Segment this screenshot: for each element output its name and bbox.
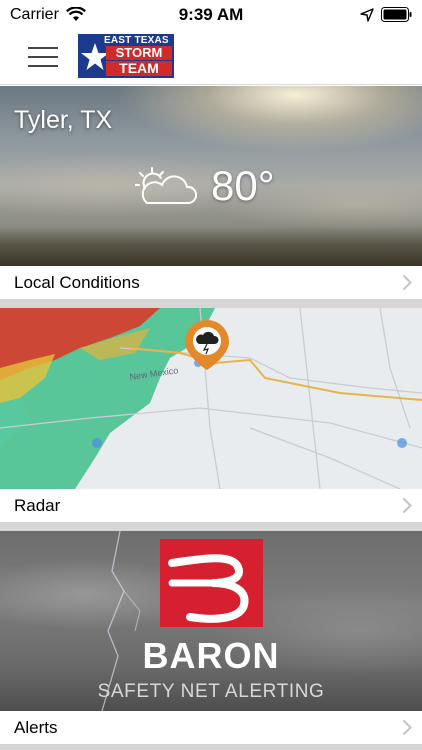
status-time: 9:39 AM bbox=[178, 5, 244, 24]
local-conditions-row[interactable]: Local Conditions bbox=[0, 266, 422, 300]
logo-line-3: TEAM bbox=[106, 61, 172, 76]
storm-team-logo: EAST TEXAS STORM TEAM bbox=[78, 34, 174, 78]
location-arrow-icon bbox=[360, 8, 374, 22]
partly-sunny-icon bbox=[135, 167, 198, 204]
battery-icon bbox=[381, 7, 412, 22]
status-bar: Carrier 9:39 AM bbox=[0, 0, 422, 30]
temperature: 80° bbox=[211, 162, 275, 209]
nav-bar: EAST TEXAS STORM TEAM bbox=[0, 30, 422, 85]
alerts-row[interactable]: Alerts bbox=[0, 711, 422, 745]
baron-brand: BARON bbox=[142, 635, 280, 676]
city-name: Tyler, TX bbox=[14, 106, 113, 134]
chevron-right-icon bbox=[402, 719, 412, 736]
baron-tagline: SAFETY NET ALERTING bbox=[97, 681, 325, 702]
radar-map: New Mexico bbox=[0, 308, 422, 489]
radar-row[interactable]: Radar bbox=[0, 489, 422, 523]
local-conditions-label: Local Conditions bbox=[14, 273, 140, 292]
radar-label: Radar bbox=[14, 496, 61, 515]
menu-icon[interactable] bbox=[28, 44, 58, 70]
logo-line-2: STORM bbox=[106, 46, 172, 60]
baron-b-icon bbox=[168, 554, 249, 623]
radar-map-image[interactable]: New Mexico bbox=[0, 308, 422, 489]
chevron-right-icon bbox=[402, 274, 412, 291]
alerts-image[interactable]: BARON SAFETY NET ALERTING bbox=[0, 531, 422, 711]
baron-logo bbox=[160, 539, 263, 627]
section-divider bbox=[0, 745, 422, 750]
local-conditions-image[interactable]: Tyler, TX 80° bbox=[0, 86, 422, 266]
alerts-label: Alerts bbox=[14, 718, 58, 737]
chevron-right-icon bbox=[402, 497, 412, 514]
